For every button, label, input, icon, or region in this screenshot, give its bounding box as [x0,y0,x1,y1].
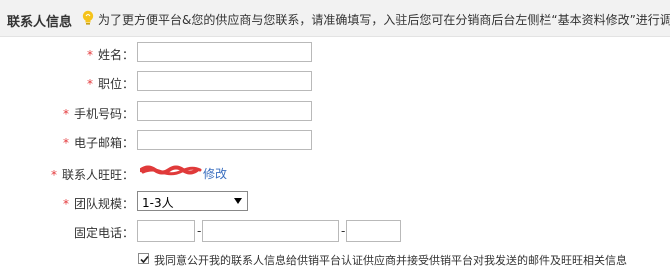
wangwang-modify-link[interactable]: 修改 [203,165,227,182]
phone-label: 固定电话： [73,226,134,240]
position-row: * 职位： [0,71,670,95]
wangwang-label-text: 联系人旺旺： [61,168,134,182]
mobile-input[interactable] [137,101,312,121]
name-label: * 姓名： [87,46,134,63]
required-mark: * [62,197,69,211]
name-row: * 姓名： [0,42,670,66]
mobile-label: * 手机号码： [63,105,134,122]
hint-text: 为了更方便平台&您的供应商与您联系，请准确填写，入驻后您可在分销商后台左侧栏“基… [98,13,670,27]
team-row: * 团队规模： 1-3人 [0,191,670,215]
team-size-value: 1-3人 [142,196,174,210]
team-label: * 团队规模： [63,195,134,212]
phone-extension-input[interactable] [346,220,401,242]
agreement-text: 我同意公开我的联系人信息给供销平台认证供应商并接受供销平台对我发送的邮件及旺旺相… [154,254,627,267]
email-row: * 电子邮箱： [0,130,670,154]
checkmark-icon [140,255,149,264]
lightbulb-icon [81,10,95,26]
required-mark: * [50,168,57,182]
phone-area-input[interactable] [137,220,195,242]
required-mark: * [62,136,69,150]
wangwang-label: * 联系人旺旺： [51,166,134,183]
email-label: * 电子邮箱： [63,134,134,151]
mobile-label-text: 手机号码： [73,107,134,121]
position-label: * 职位： [87,75,134,92]
phone-separator: - [197,224,202,238]
required-mark: * [86,48,93,62]
position-input[interactable] [137,71,312,91]
phone-row: 固定电话： - - [0,220,670,244]
dropdown-arrow-icon [234,198,242,204]
name-input[interactable] [137,42,312,62]
phone-separator: - [341,224,346,238]
wangwang-value-redacted [139,164,202,176]
section-title: 联系人信息 [7,15,73,30]
section-header: 联系人信息 为了更方便平台&您的供应商与您联系，请准确填写，入驻后您可在分销商后… [0,0,670,37]
position-label-text: 职位： [97,77,134,91]
phone-number-input[interactable] [202,220,339,242]
name-label-text: 姓名： [97,48,134,62]
wangwang-row: * 联系人旺旺： 修改 [0,162,670,186]
agreement-checkbox[interactable] [138,253,149,264]
mobile-row: * 手机号码： [0,101,670,125]
agreement-row: 我同意公开我的联系人信息给供销平台认证供应商并接受供销平台对我发送的邮件及旺旺相… [138,252,638,268]
team-label-text: 团队规模： [73,197,134,211]
email-input[interactable] [137,130,312,150]
required-mark: * [62,107,69,121]
required-mark: * [86,77,93,91]
team-size-select[interactable]: 1-3人 [137,191,248,211]
email-label-text: 电子邮箱： [73,136,134,150]
